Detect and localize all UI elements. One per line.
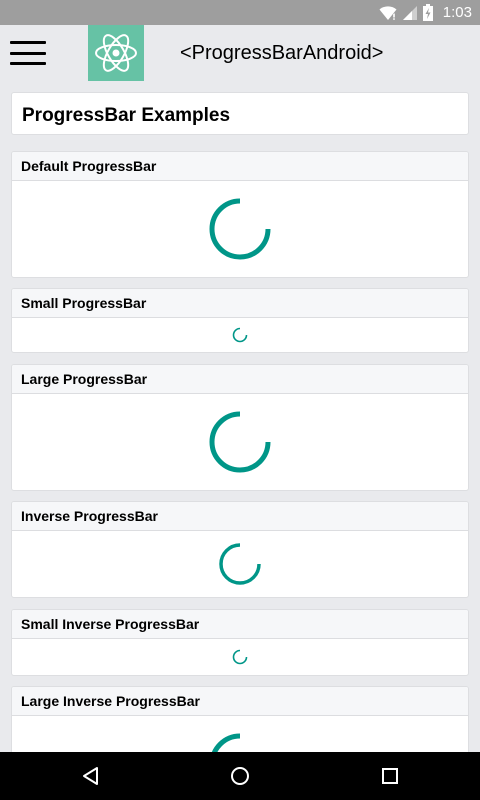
section-title: Small Inverse ProgressBar bbox=[21, 616, 200, 632]
section-body bbox=[12, 394, 468, 490]
progress-spinner bbox=[209, 411, 271, 473]
page-title: ProgressBar Examples bbox=[22, 105, 231, 126]
react-atom-icon bbox=[88, 25, 144, 81]
section-body bbox=[12, 716, 468, 752]
section-header: Large Inverse ProgressBar bbox=[12, 687, 468, 716]
section-header: Small ProgressBar bbox=[12, 289, 468, 318]
section-header: Small Inverse ProgressBar bbox=[12, 610, 468, 639]
section-header: Large ProgressBar bbox=[12, 365, 468, 394]
app-title: <ProgressBarAndroid> bbox=[180, 42, 384, 64]
progress-spinner bbox=[219, 543, 261, 585]
section-small-inverse-progressbar: Small Inverse ProgressBar bbox=[11, 609, 469, 676]
section-title: Inverse ProgressBar bbox=[21, 508, 158, 524]
progress-spinner bbox=[209, 198, 271, 260]
section-header: Inverse ProgressBar bbox=[12, 502, 468, 531]
progress-spinner bbox=[232, 649, 248, 665]
section-body bbox=[12, 181, 468, 277]
app-bar: <ProgressBarAndroid> bbox=[0, 25, 480, 82]
section-header: Default ProgressBar bbox=[12, 152, 468, 181]
status-time: 1:03 bbox=[442, 4, 472, 21]
progress-spinner bbox=[212, 733, 241, 752]
examples-list[interactable]: ProgressBar Examples Default ProgressBar… bbox=[0, 82, 480, 752]
status-bar: 1:03 bbox=[0, 0, 480, 25]
navigation-bar bbox=[0, 752, 480, 800]
section-title: Default ProgressBar bbox=[21, 158, 157, 174]
section-body bbox=[12, 318, 468, 352]
back-icon[interactable] bbox=[79, 764, 103, 788]
section-body bbox=[12, 639, 468, 675]
progress-spinner bbox=[232, 327, 248, 343]
section-title: Large ProgressBar bbox=[21, 371, 148, 387]
battery-charging-icon bbox=[422, 4, 433, 21]
home-icon[interactable] bbox=[228, 764, 252, 788]
section-large-inverse-progressbar: Large Inverse ProgressBar bbox=[11, 686, 469, 752]
section-inverse-progressbar: Inverse ProgressBar bbox=[11, 501, 469, 598]
cell-signal-icon bbox=[402, 5, 417, 20]
section-title: Small ProgressBar bbox=[21, 295, 147, 311]
section-title: Large Inverse ProgressBar bbox=[21, 693, 200, 709]
wifi-icon bbox=[379, 5, 397, 20]
section-body bbox=[12, 531, 468, 597]
section-large-progressbar: Large ProgressBar bbox=[11, 364, 469, 491]
recents-icon[interactable] bbox=[378, 764, 402, 788]
hamburger-menu-icon[interactable] bbox=[10, 39, 46, 67]
section-default-progressbar: Default ProgressBar bbox=[11, 151, 469, 278]
page-title-card: ProgressBar Examples bbox=[11, 92, 469, 135]
section-small-progressbar: Small ProgressBar bbox=[11, 288, 469, 353]
